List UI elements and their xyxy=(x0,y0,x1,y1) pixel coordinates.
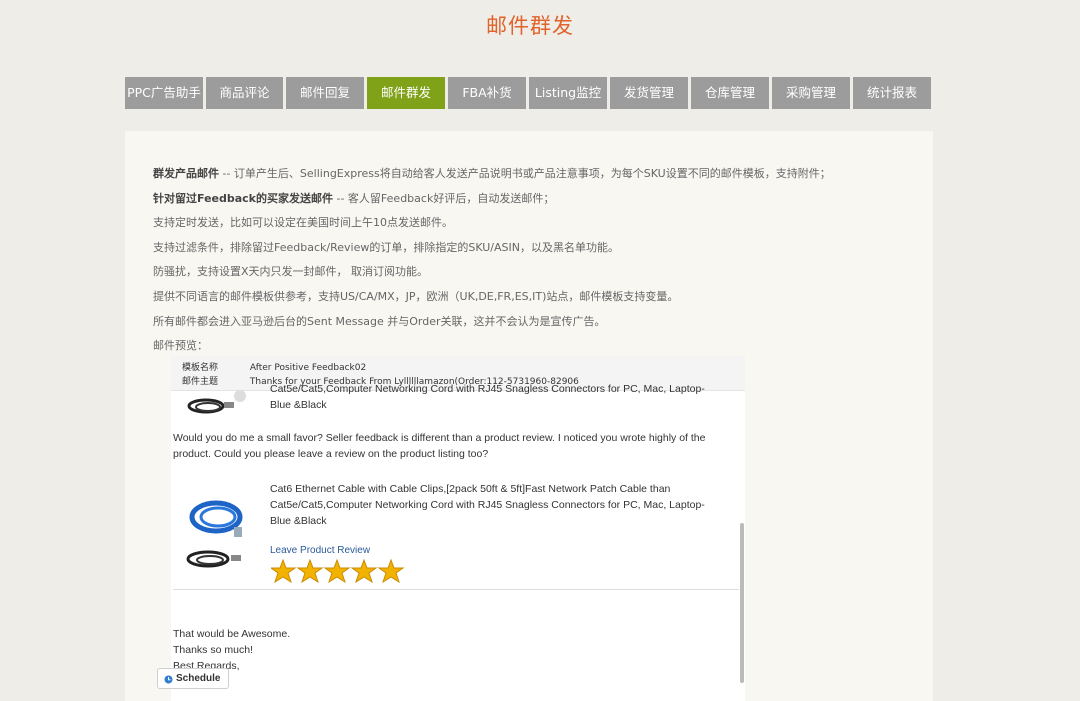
tab-bar: PPC广告助手 商品评论 邮件回复 邮件群发 FBA补货 Listing监控 发… xyxy=(125,77,945,117)
star-icon xyxy=(323,558,351,584)
leave-review-link[interactable]: Leave Product Review xyxy=(270,545,370,556)
product-1-title: Cat5e/Cat5,Computer Networking Cord with… xyxy=(270,383,705,411)
closing-line-2: Thanks so much! xyxy=(173,644,253,656)
tab-reviews[interactable]: 商品评论 xyxy=(206,77,283,109)
feature-text: 支持过滤条件，排除留过Feedback/Review的订单，排除指定的SKU/A… xyxy=(153,240,619,254)
star-icon xyxy=(350,558,378,584)
preview-scrollbar[interactable] xyxy=(740,523,744,683)
schedule-button[interactable]: Schedule xyxy=(157,668,229,689)
feature-bold: 群发产品邮件 xyxy=(153,167,219,180)
tab-purchasing[interactable]: 采购管理 xyxy=(772,77,850,109)
tab-shipping[interactable]: 发货管理 xyxy=(610,77,688,109)
feature-line: 针对留过Feedback的买家发送邮件 -- 客人留Feedback好评后，自动… xyxy=(153,187,923,212)
tab-mass-mail[interactable]: 邮件群发 xyxy=(367,77,445,109)
mail-preview: 模板名称 After Positive Feedback02 邮件主题 Than… xyxy=(171,356,745,701)
tab-listing-monitor[interactable]: Listing监控 xyxy=(529,77,607,109)
page-title: 邮件群发 xyxy=(486,14,574,38)
template-name-row: 模板名称 After Positive Feedback02 xyxy=(182,360,366,373)
tab-ppc[interactable]: PPC广告助手 xyxy=(125,77,203,109)
feature-text: -- 订单产生后、SellingExpress将自动给客人发送产品说明书或产品注… xyxy=(219,167,831,180)
divider xyxy=(173,589,739,590)
mail-body: Cat5e/Cat5,Computer Networking Cord with… xyxy=(171,383,745,701)
review-request-text: Would you do me a small favor? Seller fe… xyxy=(173,432,706,460)
rating-stars xyxy=(269,558,411,591)
feature-text: 支持定时发送，比如可以设定在美国时间上午10点发送邮件。 xyxy=(153,216,453,230)
template-name-value: After Positive Feedback02 xyxy=(249,363,367,373)
tab-fba-restock[interactable]: FBA补货 xyxy=(448,77,526,109)
clock-icon xyxy=(164,673,173,692)
ethernet-cable-black-icon xyxy=(176,390,262,426)
feature-text: 所有邮件都会进入亚马逊后台的Sent Message 并与Order关联，这并不… xyxy=(153,314,606,328)
star-icon xyxy=(377,558,405,584)
tab-reports[interactable]: 统计报表 xyxy=(853,77,931,109)
star-icon xyxy=(269,558,297,584)
tab-mail-reply[interactable]: 邮件回复 xyxy=(286,77,364,109)
subject-label: 邮件主题 xyxy=(182,377,219,387)
star-icon xyxy=(296,558,324,584)
feature-line: 支持过滤条件，排除留过Feedback/Review的订单，排除指定的SKU/A… xyxy=(153,236,923,261)
feature-text: -- 客人留Feedback好评后，自动发送邮件； xyxy=(333,191,555,205)
feature-list: 群发产品邮件 -- 订单产生后、SellingExpress将自动给客人发送产品… xyxy=(153,162,923,359)
closing-line-1: That would be Awesome. xyxy=(173,628,291,640)
feature-text: 邮件预览： xyxy=(153,339,208,353)
content-panel: 群发产品邮件 -- 订单产生后、SellingExpress将自动给客人发送产品… xyxy=(125,131,933,701)
feature-line: 支持定时发送，比如可以设定在美国时间上午10点发送邮件。 xyxy=(153,211,923,236)
product-2-title: Cat6 Ethernet Cable with Cable Clips,[2p… xyxy=(270,483,705,527)
ethernet-cable-blue-icon xyxy=(176,495,262,577)
feature-line: 防骚扰，支持设置X天内只发一封邮件， 取消订阅功能。 xyxy=(153,260,923,285)
schedule-label: Schedule xyxy=(176,673,221,684)
feature-text: 提供不同语言的邮件模板供参考，支持US/CA/MX，JP，欧洲（UK,DE,FR… xyxy=(153,289,679,303)
tab-warehouse[interactable]: 仓库管理 xyxy=(691,77,769,109)
feature-line: 所有邮件都会进入亚马逊后台的Sent Message 并与Order关联，这并不… xyxy=(153,310,923,335)
feature-line: 群发产品邮件 -- 订单产生后、SellingExpress将自动给客人发送产品… xyxy=(153,162,923,187)
closing-line-3: Best Regards, xyxy=(173,660,240,672)
template-name-label: 模板名称 xyxy=(182,363,219,373)
feature-text: 防骚扰，支持设置X天内只发一封邮件， 取消订阅功能。 xyxy=(153,265,429,279)
feature-line: 提供不同语言的邮件模板供参考，支持US/CA/MX，JP，欧洲（UK,DE,FR… xyxy=(153,285,923,310)
feature-bold: 针对留过Feedback的买家发送邮件 xyxy=(153,191,333,205)
